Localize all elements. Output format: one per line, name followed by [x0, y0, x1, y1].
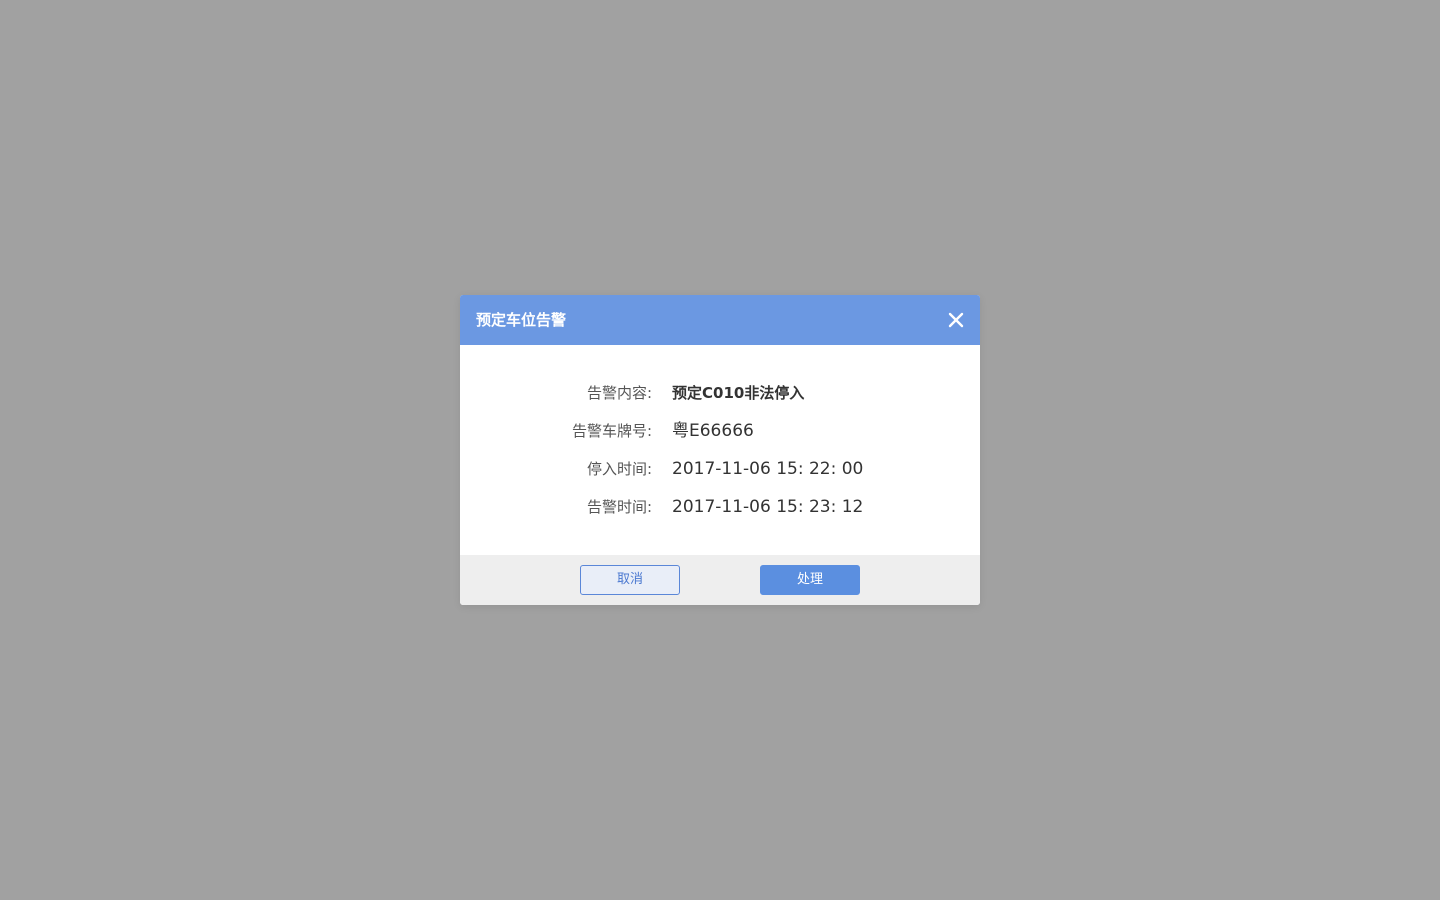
- dialog-body: 告警内容: 预定C010非法停入 告警车牌号: 粤E66666 停入时间: 20…: [460, 345, 980, 555]
- alarm-content-row: 告警内容: 预定C010非法停入: [460, 381, 980, 405]
- alarm-content-value: 预定C010非法停入: [672, 384, 805, 402]
- alarm-time-row: 告警时间: 2017-11-06 15: 23: 12: [460, 495, 980, 519]
- process-button[interactable]: 处理: [760, 565, 860, 595]
- alarm-time-label: 告警时间:: [586, 498, 652, 516]
- plate-number-label: 告警车牌号:: [571, 422, 652, 440]
- dialog-footer: 取消 处理: [460, 555, 980, 605]
- cancel-button[interactable]: 取消: [580, 565, 680, 595]
- entry-time-label: 停入时间:: [586, 460, 652, 478]
- alarm-dialog: 预定车位告警 告警内容: 预定C010非法停入 告警车牌号: 粤E66666 停…: [460, 295, 980, 605]
- dialog-title: 预定车位告警: [476, 311, 567, 329]
- close-icon[interactable]: [944, 308, 968, 332]
- dialog-header: 预定车位告警: [460, 295, 980, 345]
- alarm-content-label: 告警内容:: [586, 384, 652, 402]
- entry-time-row: 停入时间: 2017-11-06 15: 22: 00: [460, 457, 980, 481]
- entry-time-value: 2017-11-06 15: 22: 00: [672, 459, 864, 479]
- alarm-time-value: 2017-11-06 15: 23: 12: [672, 497, 864, 517]
- plate-number-row: 告警车牌号: 粤E66666: [460, 419, 980, 443]
- plate-number-value: 粤E66666: [672, 421, 754, 441]
